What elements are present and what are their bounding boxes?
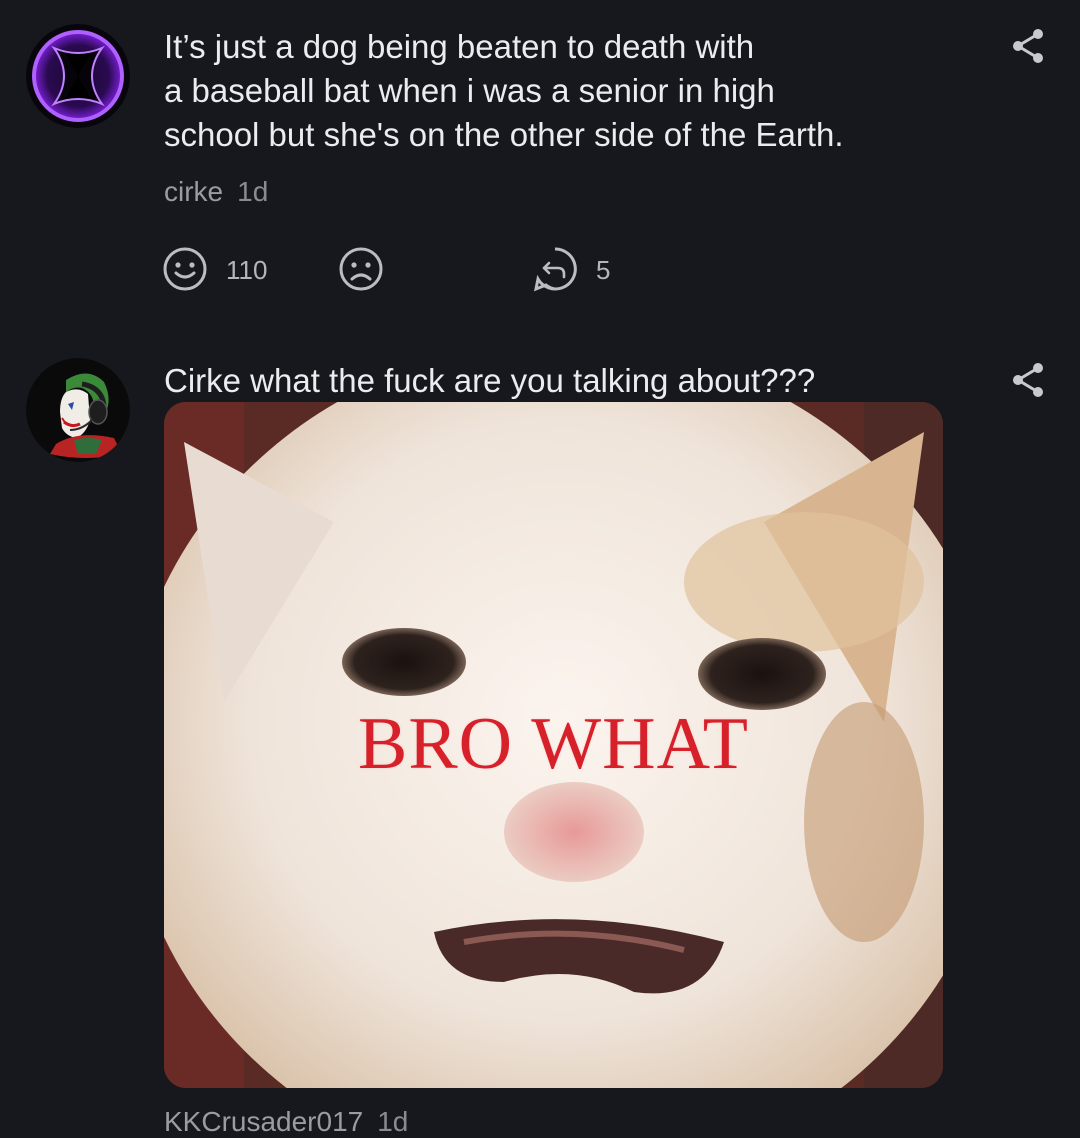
comment-text: Cirke what the fuck are you talking abou… [164,362,816,399]
share-icon [1013,29,1043,63]
comment-body: It’s just a dog being beaten to death wi… [164,25,964,157]
share-button[interactable] [1008,360,1048,400]
comment-text-line: school but she's on the other side of th… [164,116,844,153]
upvote-count: 110 [226,255,268,285]
reply-icon [533,247,577,292]
avatar[interactable] [26,24,130,128]
purple-portal-icon [26,24,130,128]
share-icon [1013,363,1043,397]
author-name[interactable]: KKCrusader017 [164,1106,363,1137]
author-name[interactable]: cirke [164,176,223,207]
frowny-icon [339,247,383,291]
comment-text-line: It’s just a dog being beaten to death wi… [164,28,755,65]
reply-button[interactable] [532,246,578,292]
timestamp: 1d [377,1106,409,1137]
comment-body: Cirke what the fuck are you talking abou… [164,359,964,403]
comment-meta: KKCrusader017 1d [164,1106,408,1138]
comment-meta: cirke 1d [164,176,268,208]
share-button[interactable] [1008,26,1048,66]
downvote-button[interactable] [338,246,384,292]
reply-count: 5 [596,255,611,285]
upvote-button[interactable] [162,246,208,292]
timestamp: 1d [237,176,269,207]
cat-meme-image[interactable]: BRO WHAT [164,402,943,1088]
avatar[interactable] [26,358,130,462]
reaction-bar: 110 5 [162,246,622,296]
comment-text: It’s just a dog being beaten to death wi… [164,25,964,157]
joker-headset-avatar [26,358,130,462]
comment-1: It’s just a dog being beaten to death wi… [0,0,1080,330]
smiley-icon [163,247,207,291]
meme-caption: BRO WHAT [357,703,750,785]
comment-text-line: a baseball bat when i was a senior in hi… [164,72,775,109]
